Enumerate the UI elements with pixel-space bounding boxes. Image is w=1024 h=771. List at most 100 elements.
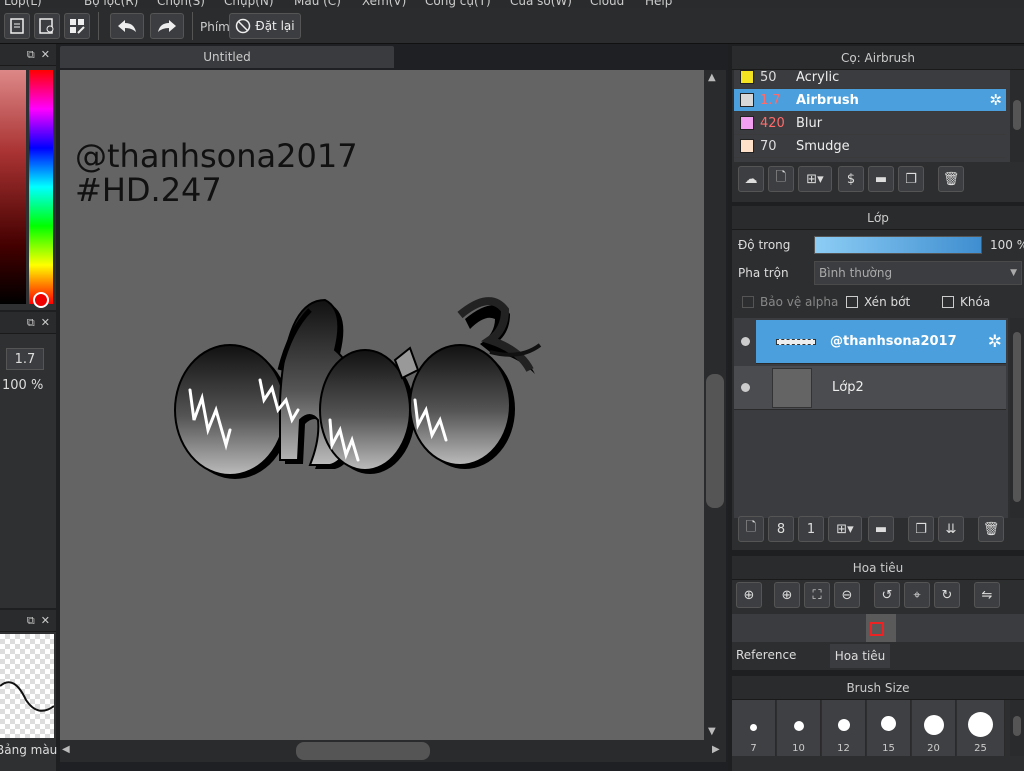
navigator-preview[interactable] [732,614,1024,642]
horizontal-scrollbar[interactable]: ◀ ▶ [60,740,726,762]
brush-size-cell[interactable]: 12 [822,700,866,756]
brush-item-blur[interactable]: 420 Blur [734,112,1006,135]
rotate-right-icon[interactable]: ↻ [934,582,960,608]
vertical-scrollbar[interactable]: ▲ ▼ [704,70,726,742]
drawing-canvas[interactable]: @thanhsona2017 #HD.247 [60,70,704,740]
layer-item-2[interactable]: Lớp2 [734,366,1006,410]
navigator-panel-header: Hoa tiêu [732,556,1024,580]
brush-size-cell[interactable]: 25 [957,700,1005,756]
gear-icon[interactable]: ✲ [988,332,1002,352]
clipping-checkbox[interactable] [846,296,858,308]
brush-size-cell[interactable]: 10 [777,700,821,756]
scroll-thumb[interactable] [1013,716,1021,736]
add-brush-dropdown-icon[interactable]: ⊞▾ [798,166,832,192]
panel-header: ⧉ ✕ [0,312,56,334]
scroll-left-icon[interactable]: ◀ [62,744,70,755]
toolbar: Phím Đặt lại [0,8,1024,44]
folder-icon[interactable]: ▬ [868,516,894,542]
duplicate-icon[interactable]: ❐ [908,516,934,542]
close-icon[interactable]: ✕ [41,614,50,627]
protect-alpha-checkbox[interactable] [742,296,754,308]
cloud-upload-icon[interactable]: ☁ [738,166,764,192]
menu-item[interactable]: Cloud [590,0,624,8]
menu-item[interactable]: Chọn(S) [157,0,205,8]
brush-item-airbrush[interactable]: 1.7 Airbrush ✲ [734,89,1006,112]
menu-item[interactable]: Xem(V) [362,0,406,8]
brush-item-smudge[interactable]: 70 Smudge [734,135,1006,158]
settings-file-icon[interactable] [34,13,60,39]
new-layer-1bit-icon[interactable]: 1 [798,516,824,542]
brush-size-scrollbar[interactable] [1010,700,1024,756]
reset-view-icon[interactable]: ⌖ [904,582,930,608]
reset-button[interactable]: Đặt lại [229,13,301,39]
menu-item[interactable]: Công cụ(T) [425,0,491,8]
menu-item[interactable]: Lớp(L) [4,0,42,8]
scroll-right-icon[interactable]: ▶ [712,744,720,755]
layer-list-scrollbar[interactable] [1010,318,1024,518]
canvas-tab[interactable]: Untitled [60,46,394,68]
horizontal-scroll-thumb[interactable] [296,742,430,760]
popout-icon[interactable]: ⧉ [27,614,35,628]
brush-script-icon[interactable]: $ [838,166,864,192]
menu-item[interactable]: Bộ lọc(R) [84,0,138,8]
tab-reference[interactable]: Reference [734,644,830,666]
vertical-scroll-thumb[interactable] [706,374,724,508]
brush-size-label: 10 [792,743,805,754]
gear-icon[interactable]: ✲ [989,91,1002,109]
scroll-up-icon[interactable]: ▲ [708,72,716,83]
duplicate-icon[interactable]: ❐ [898,166,924,192]
zoom-out-icon[interactable]: ⊖ [834,582,860,608]
brush-size-cell[interactable]: 15 [867,700,911,756]
brush-item-acrylic[interactable]: 50 Acrylic [734,70,1006,89]
fit-screen-icon[interactable]: ⛶ [804,582,830,608]
lock-checkbox[interactable] [942,296,954,308]
menu-item[interactable]: Cửa sổ(W) [510,0,572,8]
zoom-actual-icon[interactable]: ⊕ [736,582,762,608]
brush-size-label: 15 [882,743,895,754]
brush-name: Airbrush [796,92,859,108]
trash-icon[interactable]: 🗑 [978,516,1004,542]
saturation-box[interactable] [0,70,26,304]
scroll-thumb[interactable] [1013,100,1021,130]
add-layer-dropdown-icon[interactable]: ⊞▾ [828,516,862,542]
visibility-icon[interactable] [734,366,756,410]
flip-icon[interactable]: ⇋ [974,582,1000,608]
menu-item[interactable]: Help [645,0,672,8]
layer-item-1[interactable]: @thanhsona2017 ✲ [734,319,1006,364]
new-brush-icon[interactable]: 🗋 [768,166,794,192]
brush-list-scrollbar[interactable] [1010,70,1024,162]
opacity-slider[interactable] [814,236,982,254]
blend-mode-select[interactable]: Bình thường ▼ [814,261,1022,285]
popout-icon[interactable]: ⧉ [27,316,35,330]
scroll-down-icon[interactable]: ▼ [708,726,716,737]
brush-size-cell[interactable]: 20 [912,700,956,756]
close-icon[interactable]: ✕ [41,316,50,329]
new-layer-icon[interactable]: 🗋 [738,516,764,542]
trash-icon[interactable]: 🗑 [938,166,964,192]
redo-icon[interactable] [150,13,184,39]
navigator-viewport[interactable] [870,622,884,636]
palette-tab[interactable]: Bảng màu [0,743,57,757]
popout-icon[interactable]: ⧉ [27,48,35,62]
chevron-down-icon: ▼ [1010,268,1017,278]
tab-navigator[interactable]: Hoa tiêu [830,644,890,668]
scroll-thumb[interactable] [1013,332,1021,502]
folder-icon[interactable]: ▬ [868,166,894,192]
grid-icon[interactable] [64,13,90,39]
brush-size-input[interactable]: 1.7 [6,348,44,370]
brush-color-swatch [740,116,754,130]
undo-icon[interactable] [110,13,144,39]
merge-down-icon[interactable]: ⇊ [938,516,964,542]
reset-label: Đặt lại [255,19,295,33]
visibility-icon[interactable] [734,319,756,364]
new-file-icon[interactable] [4,13,30,39]
zoom-in-icon[interactable]: ⊕ [774,582,800,608]
brush-size-cell[interactable]: 7 [732,700,776,756]
new-layer-8bit-icon[interactable]: 8 [768,516,794,542]
rotate-left-icon[interactable]: ↺ [874,582,900,608]
hue-slider[interactable] [29,70,53,304]
hue-handle[interactable] [33,292,49,308]
menu-item[interactable]: Chụp(N) [224,0,274,8]
close-icon[interactable]: ✕ [41,48,50,61]
menu-item[interactable]: Màu (C) [294,0,341,8]
